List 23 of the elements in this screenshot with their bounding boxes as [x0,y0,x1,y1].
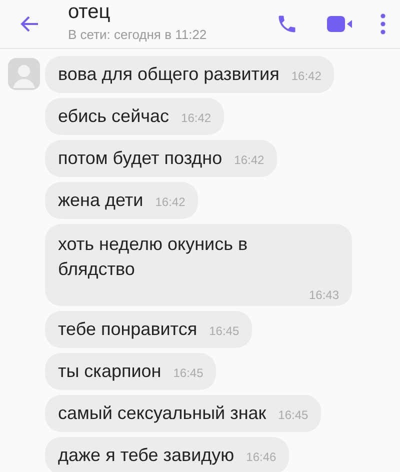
message-text: ты скарпион [58,360,162,383]
message-text: жена дети [58,189,144,212]
message-text: хоть неделю окунись в блядство [58,233,249,281]
message-time: 16:45 [173,365,204,382]
message-time: 16:45 [278,407,308,424]
message-text: ебись сейчас [58,105,170,128]
message-text: вова для общего развития [58,63,280,86]
message-time: 16:45 [209,323,240,340]
message-time: 16:43 [308,288,339,302]
message-text: даже я тебе завидую [58,444,234,467]
message-text: самый сексуальный знак [58,402,266,425]
message-time: 16:42 [291,68,322,85]
contact-name: отец [68,0,112,22]
message-time: 16:46 [246,449,276,466]
message-time: 16:42 [181,110,212,127]
more-options-icon[interactable] [380,13,386,35]
online-status: В сети: сегодня в 11:22 [68,26,208,42]
message-text: тебе понравится [58,318,198,341]
message-time: 16:42 [234,152,264,169]
message-time: 16:42 [155,194,186,211]
phone-icon[interactable] [276,13,298,35]
video-camera-icon[interactable] [326,14,354,34]
message-text: потом будет поздно [58,147,222,170]
